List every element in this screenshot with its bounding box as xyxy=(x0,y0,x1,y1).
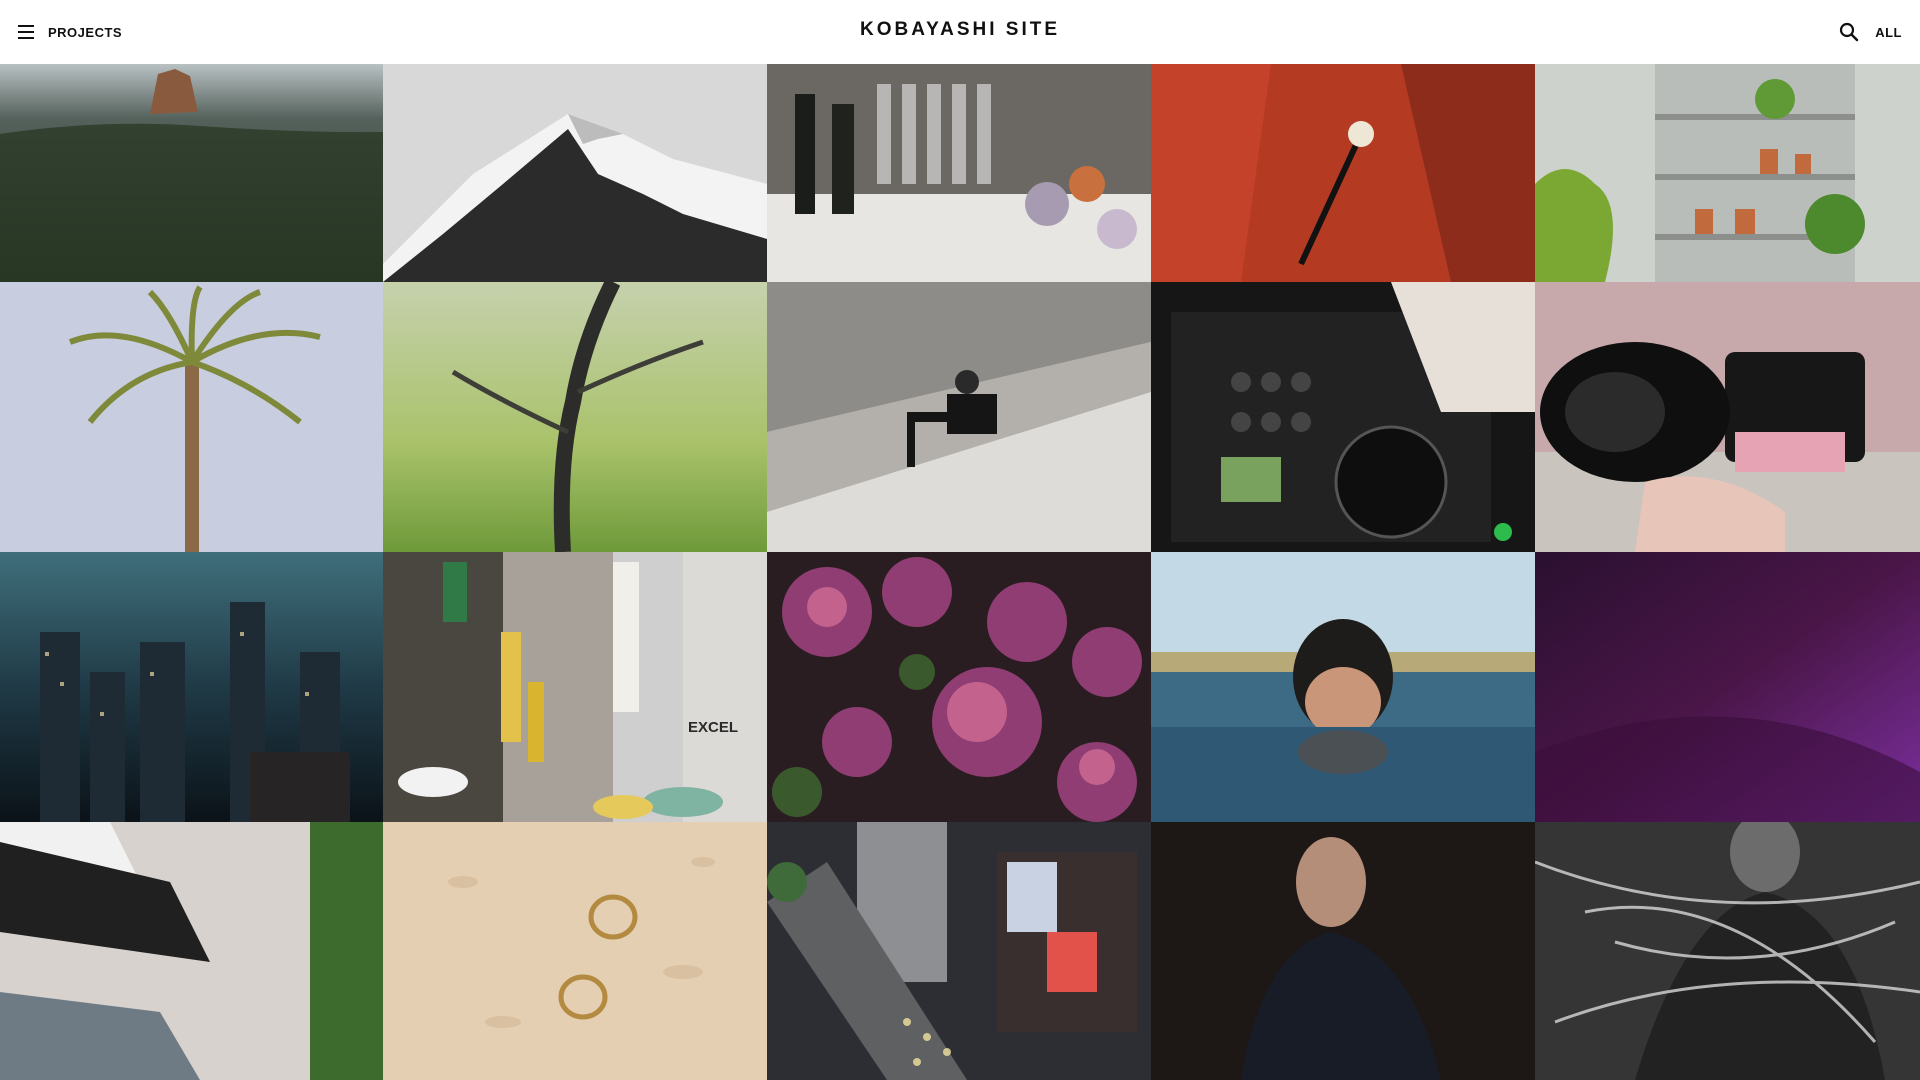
gallery-tile-plant-shelf[interactable] xyxy=(1535,64,1920,282)
gallery-tile-city-crossing-aerial[interactable] xyxy=(767,822,1151,1080)
gallery-tile-man-portrait-dark[interactable] xyxy=(1151,822,1535,1080)
excel-sign-text: EXCEL xyxy=(688,719,738,736)
gallery-tile-forest-aerial[interactable] xyxy=(0,64,383,282)
gallery-tile-person-plastic-wrap[interactable] xyxy=(1535,822,1920,1080)
search-icon[interactable] xyxy=(1839,22,1859,42)
gallery-tile-building-facade[interactable] xyxy=(0,822,383,1080)
gallery-tile-palm-tree[interactable] xyxy=(0,282,383,552)
gallery-tile-wine-glasses-flowers[interactable] xyxy=(767,64,1151,282)
gallery-tile-lilac-flowers[interactable] xyxy=(767,552,1151,822)
gallery-tile-dj-mixer[interactable] xyxy=(1151,282,1535,552)
gallery-tile-city-night-skyline[interactable] xyxy=(0,552,383,822)
header-actions: ALL xyxy=(1839,20,1902,44)
photo-gallery-grid: EXCEL xyxy=(0,64,1920,1080)
gallery-tile-rings-on-stone[interactable] xyxy=(383,822,767,1080)
gallery-tile-camera-hand[interactable] xyxy=(1535,282,1920,552)
site-title[interactable]: KOBAYASHI SITE xyxy=(0,19,1920,41)
gallery-tile-red-car-interior[interactable] xyxy=(1151,64,1535,282)
gallery-tile-woman-in-water[interactable] xyxy=(1151,552,1535,822)
site-header: PROJECTS KOBAYASHI SITE ALL xyxy=(0,0,1920,64)
gallery-tile-purple-aurora[interactable] xyxy=(1535,552,1920,822)
filter-all-button[interactable]: ALL xyxy=(1875,25,1902,40)
gallery-tile-man-concrete-wall[interactable] xyxy=(767,282,1151,552)
gallery-tile-blurred-birch[interactable] xyxy=(383,282,767,552)
gallery-tile-snowy-mountain[interactable] xyxy=(383,64,767,282)
gallery-tile-tokyo-street[interactable]: EXCEL xyxy=(383,552,767,822)
